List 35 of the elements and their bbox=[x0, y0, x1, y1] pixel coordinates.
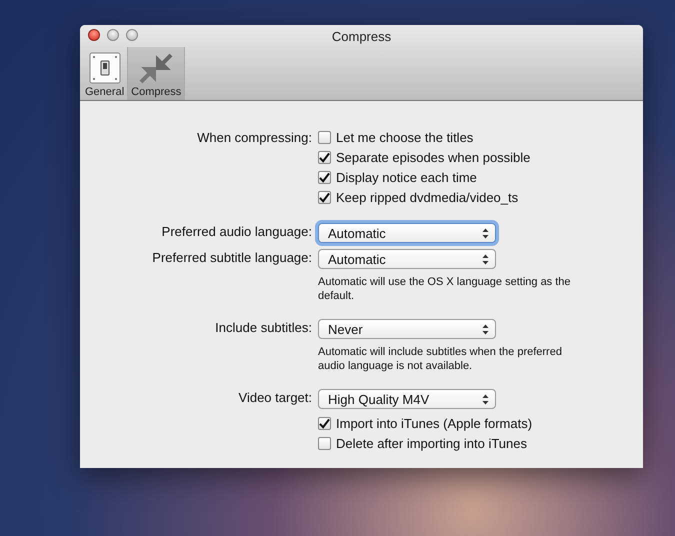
popup-menu[interactable]: Automatic bbox=[318, 249, 496, 269]
checkbox-box[interactable] bbox=[318, 150, 331, 164]
checkbox[interactable]: Let me choose the titles bbox=[318, 127, 643, 147]
updown-arrows-icon bbox=[482, 254, 489, 264]
minimize-button[interactable] bbox=[107, 29, 119, 41]
updown-arrows-icon bbox=[482, 228, 489, 238]
popup-menu[interactable]: High Quality M4V bbox=[318, 389, 496, 409]
checkbox[interactable]: Separate episodes when possible bbox=[318, 147, 643, 167]
arrows-inward-icon bbox=[139, 52, 174, 84]
help-text: Automatic will use the OS X language setting as the default. bbox=[318, 275, 572, 303]
updown-arrows-icon bbox=[482, 324, 489, 334]
field-label: Preferred audio language: bbox=[162, 224, 312, 239]
popup-menu[interactable]: Never bbox=[318, 319, 496, 339]
help-text: Automatic will include subtitles when the preferred audio language is not available. bbox=[318, 345, 563, 373]
window-title: Compress bbox=[332, 28, 392, 44]
checkbox[interactable]: Keep ripped dvdmedia/video_ts bbox=[318, 187, 643, 207]
popup-menu[interactable]: Automatic bbox=[318, 223, 496, 243]
toolbar-tab[interactable]: General bbox=[82, 47, 128, 100]
checkbox-box[interactable] bbox=[318, 170, 331, 184]
field-label: When compressing: bbox=[197, 130, 312, 145]
checkbox[interactable]: Delete after importing into iTunes bbox=[318, 433, 643, 453]
checkbox-box[interactable] bbox=[318, 416, 331, 430]
checkbox[interactable]: Import into iTunes (Apple formats) bbox=[318, 413, 643, 433]
switch-icon bbox=[88, 52, 121, 84]
checkbox-box[interactable] bbox=[318, 130, 331, 144]
field-label: Include subtitles: bbox=[215, 320, 312, 335]
field-label: Video target: bbox=[238, 390, 312, 405]
zoom-button[interactable] bbox=[126, 29, 138, 41]
toolbar-tab[interactable]: Compress bbox=[127, 47, 186, 100]
checkbox-box[interactable] bbox=[318, 436, 331, 450]
field-label: Preferred subtitle language: bbox=[152, 250, 312, 265]
close-button[interactable] bbox=[88, 29, 100, 41]
checkbox-box[interactable] bbox=[318, 190, 331, 204]
checkbox[interactable]: Display notice each time bbox=[318, 167, 643, 187]
updown-arrows-icon bbox=[482, 394, 489, 404]
